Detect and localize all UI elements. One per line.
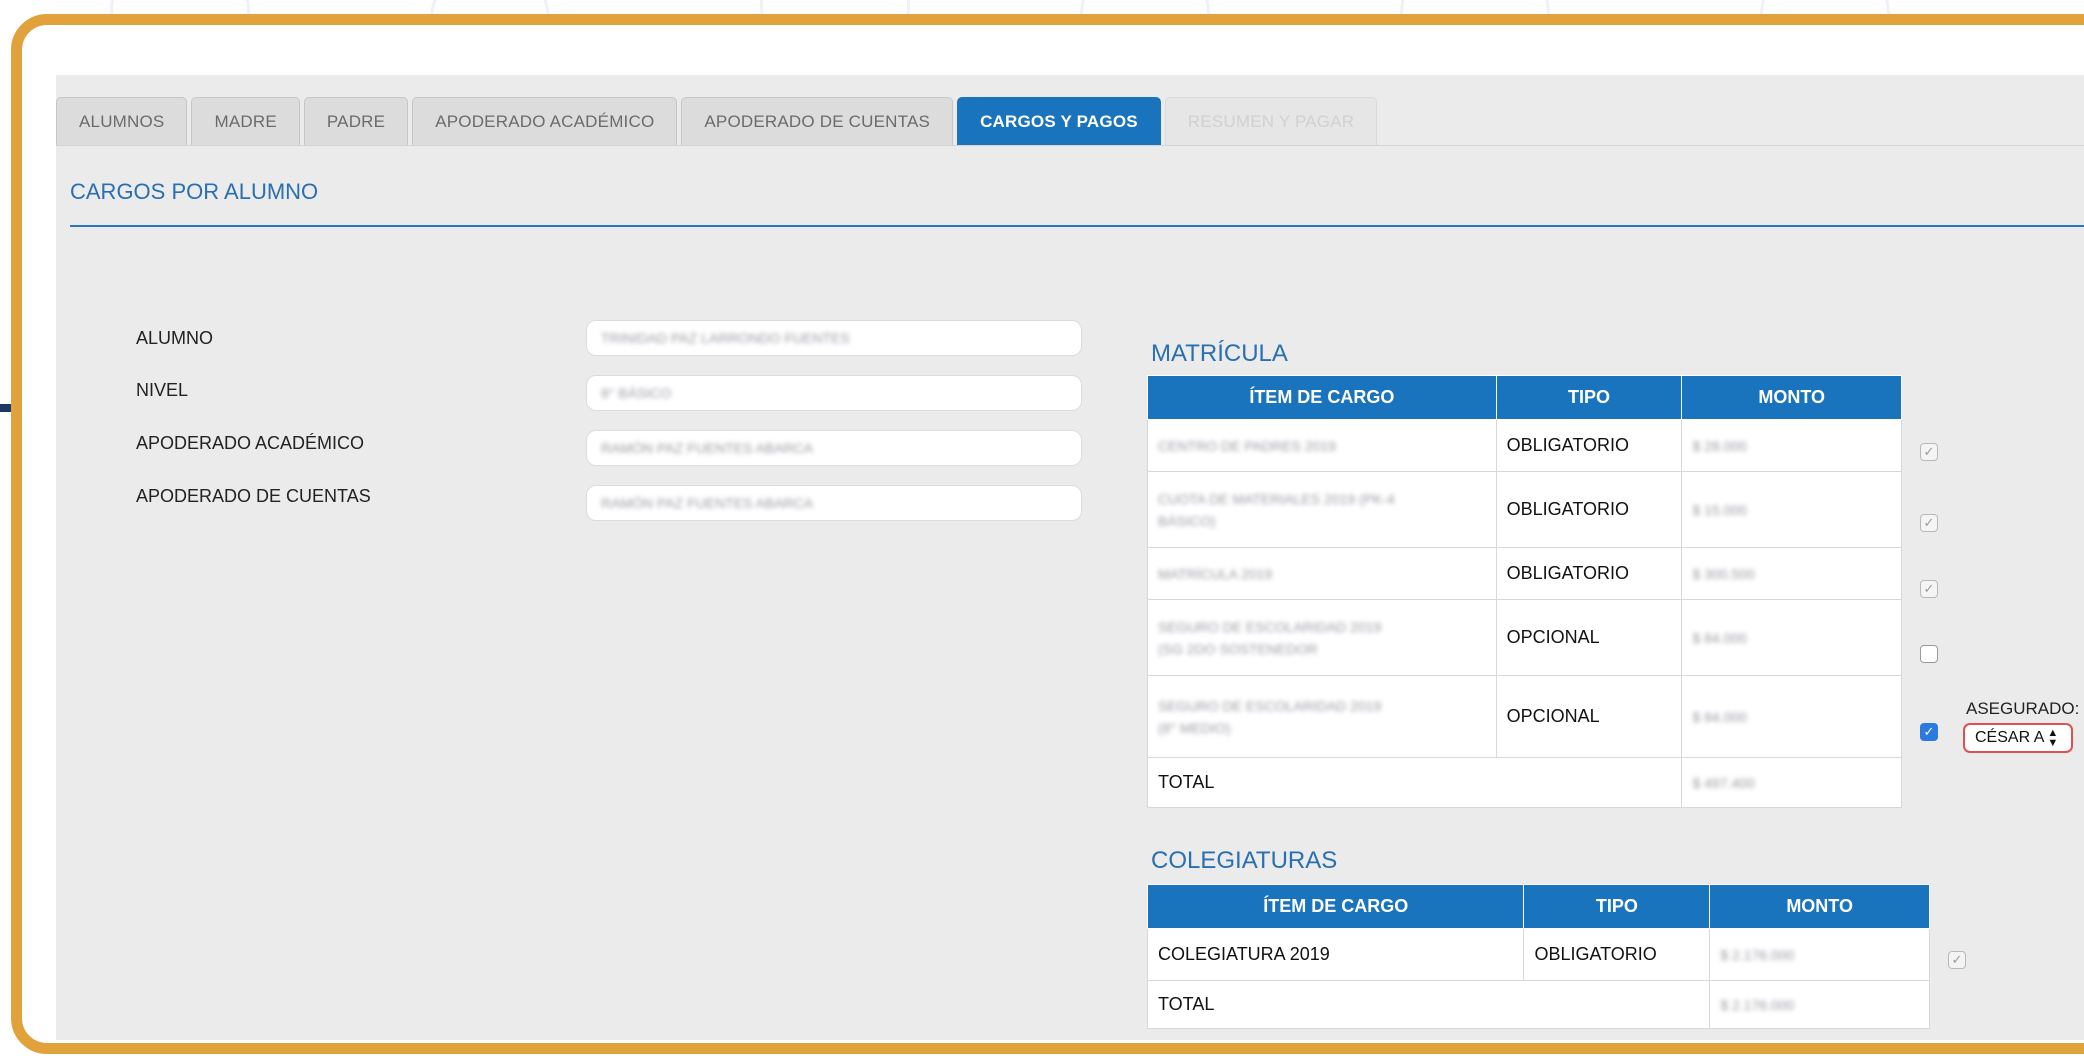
- cell-tipo: OBLIGATORIO: [1495, 547, 1683, 600]
- tab-bar: ALUMNOS MADRE PADRE APODERADO ACADÉMICO …: [56, 97, 1381, 145]
- colegiaturas-title: COLEGIATURAS: [1151, 847, 1338, 874]
- matricula-table: ÍTEM DE CARGO TIPO MONTO CENTRO DE PADRE…: [1146, 375, 1902, 808]
- header-tipo: TIPO: [1523, 884, 1711, 929]
- field-alumno: TRINIDAD PAZ LARRONDO FUENTES: [586, 320, 1082, 356]
- header-item: ÍTEM DE CARGO: [1146, 884, 1525, 929]
- value-apoderado-academico: RAMÓN PAZ FUENTES ABARCA: [601, 440, 814, 456]
- total-value: $ 2.176.000: [1709, 980, 1930, 1029]
- checkbox-centro-padres: ✓: [1920, 443, 1938, 461]
- cell-monto: $ 2.176.000: [1709, 928, 1930, 981]
- cell-tipo: OBLIGATORIO: [1495, 471, 1683, 548]
- table-row: SEGURO DE ESCOLARIDAD 2019 (SG 2DO SOSTE…: [1147, 599, 1902, 676]
- total-label: TOTAL: [1146, 757, 1683, 808]
- label-nivel: NIVEL: [136, 380, 189, 400]
- table-row: CENTRO DE PADRES 2019 OBLIGATORIO $ 28.0…: [1147, 419, 1902, 472]
- label-apoderado-cuentas: APODERADO DE CUENTAS: [136, 486, 371, 506]
- field-apoderado-academico: RAMÓN PAZ FUENTES ABARCA: [586, 430, 1082, 466]
- colegiaturas-table: ÍTEM DE CARGO TIPO MONTO COLEGIATURA 201…: [1146, 884, 1930, 1029]
- table-row: CUOTA DE MATERIALES 2019 (PK-4 BÁSICO) O…: [1147, 471, 1902, 548]
- cell-item: SEGURO DE ESCOLARIDAD 2019 (SG 2DO SOSTE…: [1147, 599, 1497, 676]
- cell-monto: $ 300.500: [1681, 547, 1902, 600]
- tab-cargos-y-pagos[interactable]: CARGOS Y PAGOS: [957, 97, 1161, 145]
- value-alumno: TRINIDAD PAZ LARRONDO FUENTES: [601, 330, 850, 346]
- table-row: MATRÍCULA 2019 OBLIGATORIO $ 300.500: [1147, 547, 1902, 600]
- checkbox-matricula: ✓: [1920, 580, 1938, 598]
- table-row: SEGURO DE ESCOLARIDAD 2019 (8° MEDIO) OP…: [1147, 675, 1902, 758]
- cell-tipo: OBLIGATORIO: [1523, 928, 1711, 981]
- checkbox-seguro-medio[interactable]: ✓: [1920, 723, 1938, 741]
- select-arrows-icon: ▲ ▼: [2047, 727, 2059, 749]
- tab-alumnos[interactable]: ALUMNOS: [56, 97, 188, 145]
- tab-madre[interactable]: MADRE: [191, 97, 300, 145]
- cell-tipo: OBLIGATORIO: [1495, 419, 1683, 472]
- header-monto: MONTO: [1681, 375, 1902, 420]
- cell-item: COLEGIATURA 2019: [1146, 928, 1525, 981]
- label-alumno: ALUMNO: [136, 328, 214, 348]
- screenshot-frame: ALUMNOS MADRE PADRE APODERADO ACADÉMICO …: [11, 14, 2084, 1054]
- value-apoderado-cuentas: RAMÓN PAZ FUENTES ABARCA: [601, 495, 814, 511]
- tab-resumen-y-pagar: RESUMEN Y PAGAR: [1164, 97, 1378, 145]
- checkbox-seguro-sostenedor[interactable]: [1920, 645, 1938, 663]
- field-nivel: 8° BÁSICO: [586, 375, 1082, 411]
- section-divider: [70, 225, 2084, 227]
- total-value: $ 497.400: [1681, 757, 1902, 808]
- value-nivel: 8° BÁSICO: [601, 385, 672, 401]
- label-apoderado-academico: APODERADO ACADÉMICO: [136, 433, 365, 453]
- cell-monto: $ 15.000: [1681, 471, 1902, 548]
- matricula-title: MATRÍCULA: [1151, 340, 1288, 367]
- asegurado-selected-value: CÉSAR A: [1975, 729, 2045, 746]
- cell-monto: $ 28.000: [1681, 419, 1902, 472]
- cell-item: SEGURO DE ESCOLARIDAD 2019 (8° MEDIO): [1147, 675, 1497, 758]
- checkbox-colegiatura: ✓: [1948, 951, 1966, 969]
- cell-item: MATRÍCULA 2019: [1147, 547, 1497, 600]
- tab-divider: [56, 145, 2084, 146]
- cell-tipo: OPCIONAL: [1495, 675, 1683, 758]
- table-total-row: TOTAL $ 2.176.000: [1146, 980, 1930, 1029]
- cell-tipo: OPCIONAL: [1495, 599, 1683, 676]
- table-row: COLEGIATURA 2019 OBLIGATORIO $ 2.176.000: [1146, 928, 1930, 981]
- section-title: CARGOS POR ALUMNO: [70, 179, 319, 204]
- form-panel: ALUMNOS MADRE PADRE APODERADO ACADÉMICO …: [56, 75, 2084, 1040]
- table-total-row: TOTAL $ 497.400: [1146, 757, 1902, 808]
- header-item: ÍTEM DE CARGO: [1147, 375, 1497, 420]
- table-header: ÍTEM DE CARGO TIPO MONTO: [1146, 884, 1930, 929]
- cell-item: CENTRO DE PADRES 2019: [1147, 419, 1497, 472]
- field-apoderado-cuentas: RAMÓN PAZ FUENTES ABARCA: [586, 485, 1082, 521]
- tab-padre[interactable]: PADRE: [303, 97, 409, 145]
- table-header: ÍTEM DE CARGO TIPO MONTO: [1147, 375, 1902, 420]
- tab-apoderado-cuentas[interactable]: APODERADO DE CUENTAS: [681, 97, 954, 145]
- cell-monto: $ 84.000: [1681, 675, 1902, 758]
- cell-item: CUOTA DE MATERIALES 2019 (PK-4 BÁSICO): [1147, 471, 1497, 548]
- header-monto: MONTO: [1709, 884, 1930, 929]
- cell-monto: $ 84.000: [1681, 599, 1902, 676]
- total-label: TOTAL: [1146, 980, 1711, 1029]
- asegurado-select[interactable]: CÉSAR A ▲ ▼: [1963, 723, 2073, 753]
- asegurado-label: ASEGURADO:: [1966, 699, 2080, 718]
- tab-apoderado-academico[interactable]: APODERADO ACADÉMICO: [412, 97, 678, 145]
- header-tipo: TIPO: [1495, 375, 1683, 420]
- checkbox-cuota-materiales: ✓: [1920, 514, 1938, 532]
